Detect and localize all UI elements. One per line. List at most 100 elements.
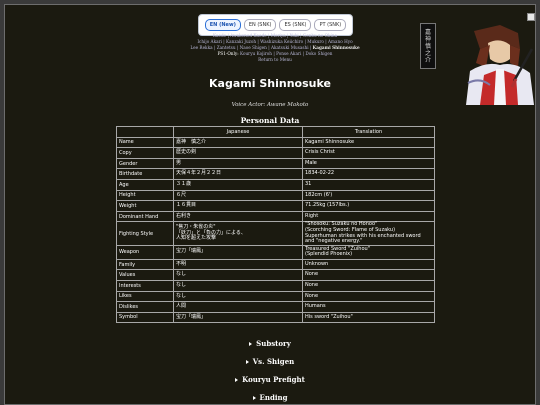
value-line: Crisis Christ [305, 149, 335, 156]
field-label: Gender [116, 157, 174, 170]
table-row: Dominant Hand 右利き Right [116, 210, 435, 223]
nav-link[interactable]: Ponse Akari [276, 51, 301, 56]
value-line: 天保４年２月２２日 [176, 170, 222, 177]
voice-actor: Voice Actor: Awane Makoto [231, 102, 309, 108]
header-translation: Translation [302, 126, 435, 138]
value-line: Unknown [305, 260, 329, 267]
nav-link[interactable]: Naoe Shigen [240, 45, 267, 50]
story-kouryu-prefight[interactable]: Kouryu Prefight [5, 375, 535, 384]
emblem-character: 介 [424, 56, 431, 64]
nav-link[interactable]: Mukuro [307, 39, 324, 44]
nav-link[interactable]: Lee Rekka [190, 45, 212, 50]
table-row: Weapon 宝刀「瑞鳳」 Treasured Sword "Zuihou" (Spl… [116, 244, 435, 260]
value-line: 宝刀「瑞鳳」 [176, 313, 207, 320]
table-row: Age ３１歳 31 [116, 178, 435, 191]
japanese-value: なし [173, 279, 303, 292]
psi-label: PS1-Only: [217, 51, 239, 56]
value-line: His sword "Zuihou" [305, 313, 353, 320]
japanese-value: 嘉神 慎之介 [173, 136, 303, 149]
value-line: 人知を超えた攻撃 [176, 235, 217, 242]
table-row: Symbol 宝刀「瑞鳳」 His sword "Zuihou" [116, 311, 435, 324]
story-vs-shigen[interactable]: Vs. Shigen [5, 357, 535, 366]
character-nav: Kaede | Awakened Kaede | Moriya | Yuki |… [180, 33, 370, 63]
translation-value: None [302, 279, 435, 292]
nav-link[interactable]: Genbu no Okina [303, 33, 337, 38]
translation-value: 31 [302, 178, 435, 191]
header-blank [116, 126, 174, 138]
japanese-value: ３１歳 [173, 178, 303, 191]
field-label: Copy [116, 147, 174, 159]
language-button[interactable]: EN (New) [204, 19, 241, 31]
nav-link[interactable]: Awakened Kaede [230, 33, 266, 38]
table-header-row: Japanese Translation [116, 126, 435, 138]
field-label: Height [116, 189, 174, 202]
return-to-menu-link[interactable]: Return to Menu [180, 57, 370, 63]
value-line: 右利き [176, 212, 192, 219]
value-line: 不明 [176, 260, 187, 267]
value-line: Kagami Shinnosuke [305, 138, 355, 145]
japanese-value: ６尺 [173, 189, 303, 202]
story-substory[interactable]: Substory [5, 339, 535, 348]
table-row: Copy 歴史の剣 Crisis Christ [116, 147, 435, 159]
field-label: Dominant Hand [116, 210, 174, 223]
japanese-value: なし [173, 290, 303, 303]
value-line: 31 [305, 180, 312, 187]
field-label: Symbol [116, 311, 174, 324]
translation-value: His sword "Zuihou" [302, 311, 435, 324]
language-button[interactable]: EN (SNK) [243, 19, 277, 31]
emblem-character: 慎 [424, 42, 431, 50]
expand-arrow-icon [249, 342, 253, 346]
page-frame: EN (New) EN (SNK) ES (SNK) PT (SNK) Kaede |… [4, 4, 536, 405]
value-line: なし [176, 271, 187, 278]
nav-link[interactable]: Doko Shigen [305, 51, 332, 56]
nav-link[interactable]: Yuki [290, 33, 299, 38]
page-title: Kagami Shinnosuke [209, 77, 331, 90]
field-label: Values [116, 269, 174, 281]
nav-link[interactable]: Zantetsu [217, 45, 236, 50]
expand-arrow-icon [252, 396, 256, 400]
personal-data-table: Japanese Translation Name 嘉神 慎之介 Kagami Sh… [116, 126, 435, 324]
translation-value: None [302, 290, 435, 303]
nav-link[interactable]: Ichijo Akari [197, 39, 222, 44]
table-row: Dislikes 人間 Humans [116, 301, 435, 313]
nav-link[interactable]: Kouryu Kojiroh [240, 51, 272, 56]
translation-value: Crisis Christ [302, 147, 435, 159]
japanese-value: "焦刀・朱雀の炎" 「妖刀」と「負の力」による、 人知を超えた攻撃 [173, 221, 303, 246]
broken-image-icon [527, 13, 535, 21]
story-ending[interactable]: Ending [5, 393, 535, 402]
character-portrait [460, 23, 535, 105]
header-japanese: Japanese [173, 126, 303, 138]
table-row: Weight １６貫目 71.25kg (157lbs.) [116, 200, 435, 212]
language-button[interactable]: ES (SNK) [279, 19, 312, 31]
value-line: None [305, 292, 319, 299]
japanese-value: 男 [173, 157, 303, 170]
translation-value: Right [302, 210, 435, 223]
nav-link[interactable]: Akatsuki Musashi [271, 45, 309, 50]
value-line: 71.25kg (157lbs.) [305, 202, 350, 209]
nav-link[interactable]: Moriya [271, 33, 286, 38]
value-line: 歴史の剣 [176, 149, 197, 156]
nav-link[interactable]: Kanzaki Juzoh [226, 39, 256, 44]
nav-link[interactable]: Amano Hyo [328, 39, 353, 44]
translation-value: Unknown [302, 258, 435, 271]
value-line: and "negative energy." [305, 238, 363, 245]
value-line: なし [176, 292, 187, 299]
table-row: Gender 男 Male [116, 157, 435, 170]
field-label: Weight [116, 200, 174, 212]
value-line: １６貫目 [176, 202, 197, 209]
value-line: Right [305, 212, 319, 219]
japanese-value: 天保４年２月２２日 [173, 168, 303, 180]
emblem-character: 之 [424, 49, 431, 57]
table-row: Name 嘉神 慎之介 Kagami Shinnosuke [116, 136, 435, 149]
nav-link[interactable]: Washizuka Keiichiro [260, 39, 303, 44]
language-button[interactable]: PT (SNK) [314, 19, 347, 31]
field-label: Weapon [116, 244, 174, 260]
table-row: Interests なし None [116, 279, 435, 292]
japanese-value: 人間 [173, 301, 303, 313]
translation-value: None [302, 269, 435, 281]
translation-value: 182cm (6') [302, 189, 435, 202]
value-line: 人間 [176, 303, 187, 310]
value-line: None [305, 271, 319, 278]
emblem-character: 神 [424, 35, 431, 43]
nav-link[interactable]: Kaede [213, 33, 226, 38]
